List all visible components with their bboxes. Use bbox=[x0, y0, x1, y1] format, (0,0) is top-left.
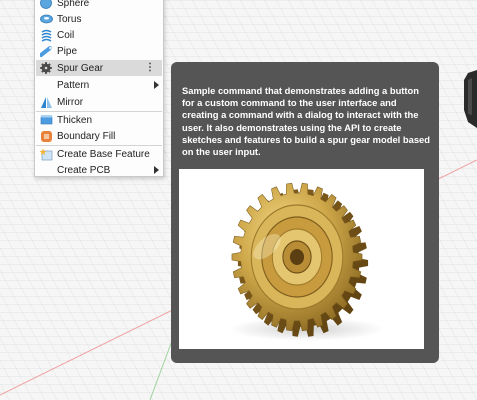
coil-icon bbox=[39, 28, 53, 42]
menu-item-create-base-feature[interactable]: Create Base Feature bbox=[36, 146, 162, 162]
create-dropdown-menu: Sphere Torus Coil Pipe Spur Gear ⋮ Patte… bbox=[34, 0, 164, 177]
model-body[interactable] bbox=[462, 70, 477, 132]
submenu-arrow-icon bbox=[154, 166, 159, 174]
menu-item-label: Coil bbox=[57, 29, 75, 41]
menu-item-label: Boundary Fill bbox=[57, 130, 116, 142]
boundary-fill-icon bbox=[39, 129, 53, 143]
spur-gear-render bbox=[229, 182, 385, 341]
torus-icon bbox=[39, 12, 53, 26]
menu-item-pattern[interactable]: Pattern bbox=[36, 77, 162, 93]
menu-item-coil[interactable]: Coil bbox=[36, 27, 162, 43]
menu-item-torus[interactable]: Torus bbox=[36, 11, 162, 27]
menu-item-label: Create Base Feature bbox=[57, 148, 150, 160]
menu-item-thicken[interactable]: Thicken bbox=[36, 112, 162, 128]
tooltip-description: Sample command that demonstrates adding … bbox=[182, 85, 430, 158]
menu-item-create-pcb[interactable]: Create PCB bbox=[36, 162, 162, 178]
menu-item-label: Thicken bbox=[57, 114, 93, 126]
menu-item-mirror[interactable]: Mirror bbox=[36, 94, 162, 110]
menu-item-label: Create PCB bbox=[57, 164, 111, 176]
submenu-arrow-icon bbox=[154, 81, 159, 89]
create-base-feature-icon bbox=[39, 147, 53, 161]
menu-item-boundary-fill[interactable]: Boundary Fill bbox=[36, 128, 162, 144]
sphere-icon bbox=[39, 0, 53, 10]
menu-item-label: Spur Gear bbox=[57, 62, 104, 74]
thicken-icon bbox=[39, 113, 53, 127]
menu-item-label: Torus bbox=[57, 13, 82, 25]
menu-item-label: Pipe bbox=[57, 45, 78, 57]
spur-gear-preview-image bbox=[179, 169, 424, 349]
menu-item-sphere[interactable]: Sphere bbox=[36, 0, 162, 11]
spur-gear-icon bbox=[39, 61, 53, 75]
pipe-icon bbox=[39, 44, 53, 58]
mirror-icon bbox=[39, 95, 53, 109]
menu-item-label: Pattern bbox=[57, 79, 90, 91]
menu-item-label: Sphere bbox=[57, 0, 90, 9]
menu-item-label: Mirror bbox=[57, 96, 84, 108]
menu-item-pipe[interactable]: Pipe bbox=[36, 43, 162, 59]
more-options-icon[interactable]: ⋮ bbox=[145, 62, 155, 74]
command-tooltip: Sample command that demonstrates adding … bbox=[171, 62, 439, 363]
menu-item-spur-gear[interactable]: Spur Gear ⋮ bbox=[36, 60, 162, 76]
